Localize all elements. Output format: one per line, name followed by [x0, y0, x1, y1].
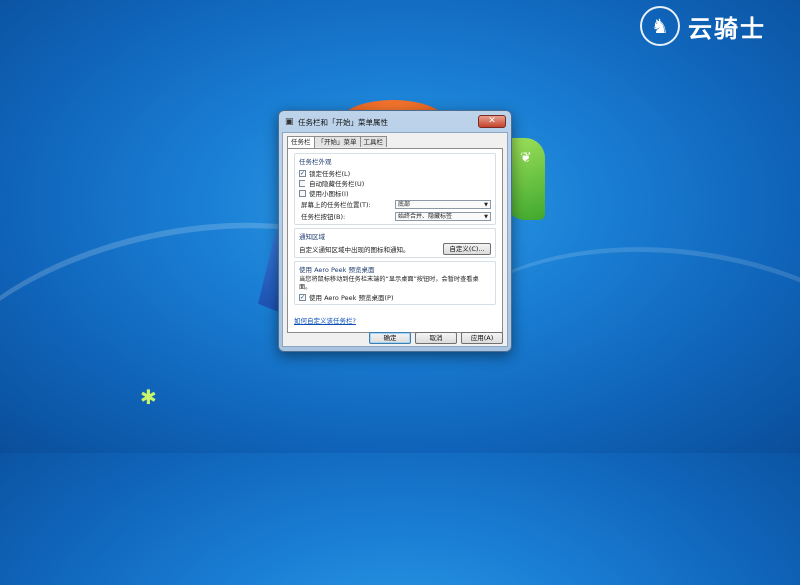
aero-label: 使用 Aero Peek 预览桌面(P)	[309, 294, 394, 302]
aero-option[interactable]: ✓ 使用 Aero Peek 预览桌面(P)	[299, 292, 491, 302]
tab-strip: 任务栏 「开始」菜单 工具栏	[287, 136, 503, 148]
notification-group: 通知区域 自定义通知区域中出现的图标和通知。 自定义(C)...	[294, 228, 496, 258]
small-icons-option[interactable]: 使用小图标(I)	[299, 188, 491, 198]
location-value: 底部	[398, 200, 411, 208]
knight-icon: ♞	[640, 6, 680, 46]
dropdown-arrow-icon: ▼	[484, 201, 488, 208]
customize-notification-button[interactable]: 自定义(C)...	[443, 243, 491, 255]
dialog-buttons: 确定 取消 应用(A)	[369, 332, 503, 344]
autohide-option[interactable]: 自动隐藏任务栏(U)	[299, 178, 491, 188]
dropdown-arrow-icon: ▼	[484, 213, 488, 220]
location-select[interactable]: 底部 ▼	[395, 199, 491, 209]
aero-title: 使用 Aero Peek 预览桌面	[299, 266, 375, 274]
lock-taskbar-option[interactable]: ✓ 锁定任务栏(L)	[299, 168, 491, 178]
logo-text: 云骑士	[688, 14, 766, 43]
aero-group: 使用 Aero Peek 预览桌面 当您将鼠标移动到任务栏末端的“显示桌面”按钮…	[294, 261, 496, 305]
watermark-logo: ♞ 云骑士	[640, 5, 766, 47]
aero-checkbox[interactable]: ✓	[299, 293, 306, 301]
close-icon: ✕	[488, 116, 496, 126]
buttons-select[interactable]: 始终合并、隐藏标签 ▼	[395, 211, 491, 221]
dialog-panel: 任务栏 「开始」菜单 工具栏 任务栏外观 ✓ 锁定任务栏(L) 自动隐藏任务栏(…	[282, 132, 508, 347]
tab-content-taskbar: 任务栏外观 ✓ 锁定任务栏(L) 自动隐藏任务栏(U) 使用小图标(I) 屏幕上…	[287, 148, 503, 333]
location-row: 屏幕上的任务栏位置(T): 底部 ▼	[299, 198, 491, 210]
appearance-group: 任务栏外观 ✓ 锁定任务栏(L) 自动隐藏任务栏(U) 使用小图标(I) 屏幕上…	[294, 153, 496, 225]
lock-taskbar-label: 锁定任务栏(L)	[309, 170, 351, 178]
lock-taskbar-checkbox[interactable]: ✓	[299, 169, 306, 177]
window-title: 任务栏和「开始」菜单属性	[298, 117, 388, 127]
ok-button[interactable]: 确定	[369, 332, 411, 344]
notification-desc: 自定义通知区域中出现的图标和通知。	[299, 246, 410, 254]
buttons-value: 始终合并、隐藏标签	[398, 212, 453, 220]
apply-button[interactable]: 应用(A)	[461, 332, 503, 344]
appearance-title: 任务栏外观	[299, 158, 332, 166]
location-label: 屏幕上的任务栏位置(T):	[301, 201, 371, 209]
taskbar-icon: ▣	[285, 117, 294, 127]
cancel-button[interactable]: 取消	[415, 332, 457, 344]
tab-toolbars[interactable]: 工具栏	[359, 136, 387, 147]
taskbar-properties-dialog: ▣ 任务栏和「开始」菜单属性 ✕ 任务栏 「开始」菜单 工具栏 任务栏外观 ✓ …	[278, 110, 512, 352]
aero-desc: 当您将鼠标移动到任务栏末端的“显示桌面”按钮时，会暂时查看桌面。	[299, 276, 479, 291]
autohide-label: 自动隐藏任务栏(U)	[309, 180, 365, 188]
small-icons-label: 使用小图标(I)	[309, 190, 349, 198]
notification-row: 自定义通知区域中出现的图标和通知。 自定义(C)...	[299, 243, 491, 255]
help-link[interactable]: 如何自定义该任务栏?	[294, 315, 356, 325]
buttons-label: 任务栏按钮(B):	[301, 213, 346, 221]
buttons-row: 任务栏按钮(B): 始终合并、隐藏标签 ▼	[299, 210, 491, 222]
close-button[interactable]: ✕	[478, 115, 506, 128]
tab-taskbar[interactable]: 任务栏	[287, 136, 315, 148]
butterfly-icon: ❦	[520, 150, 532, 166]
mouse-cursor-icon	[305, 180, 310, 189]
title-bar[interactable]: ▣ 任务栏和「开始」菜单属性 ✕	[282, 114, 508, 130]
tab-start-menu[interactable]: 「开始」菜单	[313, 136, 361, 147]
notification-title: 通知区域	[299, 233, 325, 241]
sparkle-icon: ✱	[140, 385, 157, 409]
small-icons-checkbox[interactable]	[299, 189, 306, 197]
